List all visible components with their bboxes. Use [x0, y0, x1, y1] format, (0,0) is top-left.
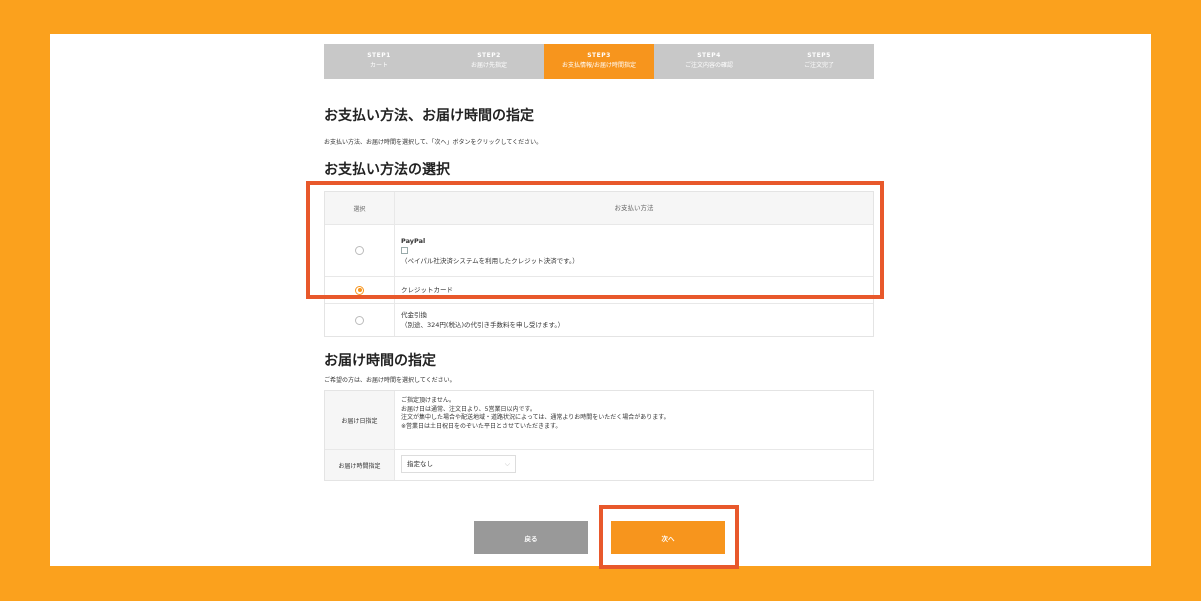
- column-header-select: 選択: [325, 192, 395, 224]
- step-number: STEP2: [477, 52, 501, 59]
- step-label: カート: [369, 62, 388, 69]
- delivery-heading: お届け時間の指定: [324, 353, 436, 369]
- paypal-description: （ペイパル社決済システムを利用したクレジット決済です。）: [401, 256, 579, 265]
- step-label: ご注文内容の確認: [684, 62, 733, 69]
- payment-heading: お支払い方法の選択: [324, 162, 450, 178]
- next-button[interactable]: 次へ: [611, 521, 725, 554]
- delivery-time-select[interactable]: 指定なし ⌵: [401, 455, 516, 473]
- step-1: STEP1 カート: [324, 44, 434, 79]
- delivery-time-value: 指定なし: [407, 459, 433, 468]
- step-number: STEP5: [807, 52, 831, 59]
- page-sheet: STEP1 カート STEP2 お届け先指定 STEP3 お支払情報/お届け時間…: [50, 34, 1151, 566]
- checkout-stepper: STEP1 カート STEP2 お届け先指定 STEP3 お支払情報/お届け時間…: [324, 44, 874, 79]
- delivery-time-cell: 指定なし ⌵: [395, 450, 873, 480]
- step-3-active: STEP3 お支払情報/お届け時間指定: [544, 44, 654, 79]
- step-5: STEP5 ご注文完了: [764, 44, 874, 79]
- delivery-date-label: お届け日指定: [325, 391, 395, 449]
- cod-description: （別途、324円(税込)の代引き手数料を申し受けます。）: [401, 321, 565, 329]
- delivery-note: ご希望の方は、お届け時間を選択してください。: [324, 377, 456, 384]
- radio-cell: [325, 304, 395, 336]
- table-header-row: 選択 お支払い方法: [325, 192, 873, 224]
- payment-row-cod[interactable]: 代金引換 （別途、324円(税込)の代引き手数料を申し受けます。）: [325, 303, 873, 336]
- payment-row-paypal[interactable]: PayPal （ペイパル社決済システムを利用したクレジット決済です。）: [325, 224, 873, 276]
- step-label: お届け先指定: [470, 62, 507, 69]
- paypal-radio[interactable]: [355, 246, 364, 255]
- delivery-date-line: ※営業日は土日祝日をのぞいた平日とさせていただきます。: [401, 422, 562, 430]
- column-header-method: お支払い方法: [614, 204, 654, 212]
- credit-card-radio-selected[interactable]: [355, 285, 364, 295]
- cod-info: 代金引換 （別途、324円(税込)の代引き手数料を申し受けます。）: [395, 304, 873, 336]
- delivery-date-line: お届け日は通常、注文日より、5営業日以内です。: [401, 405, 536, 413]
- credit-card-info: クレジットカード: [395, 277, 873, 303]
- delivery-date-info: ご指定頂けません。 お届け日は通常、注文日より、5営業日以内です。 注文が集中し…: [395, 391, 873, 449]
- radio-cell: [325, 225, 395, 276]
- cod-radio[interactable]: [355, 315, 364, 325]
- instruction-text: お支払い方法、お届け時間を選択して、「次へ」ボタンをクリックしてください。: [324, 139, 543, 146]
- delivery-date-row: お届け日指定 ご指定頂けません。 お届け日は通常、注文日より、5営業日以内です。…: [325, 391, 873, 449]
- delivery-date-line: 注文が集中した場合や配送地域・道路状況によっては、通常よりお時間をいただく場合が…: [401, 414, 670, 421]
- payment-method-table: 選択 お支払い方法 PayPal （ペイパル社決済システムを利用したクレジット決…: [324, 191, 874, 337]
- step-number: STEP3: [587, 52, 611, 59]
- step-label: ご注文完了: [803, 62, 834, 69]
- broken-image-icon: [401, 246, 408, 254]
- step-number: STEP1: [367, 52, 391, 59]
- radio-cell: [325, 277, 395, 303]
- delivery-time-row: お届け時間指定 指定なし ⌵: [325, 449, 873, 480]
- step-2: STEP2 お届け先指定: [434, 44, 544, 79]
- step-number: STEP4: [697, 52, 721, 59]
- step-label: お支払情報/お届け時間指定: [561, 62, 637, 69]
- delivery-date-line: ご指定頂けません。: [401, 397, 455, 404]
- delivery-table: お届け日指定 ご指定頂けません。 お届け日は通常、注文日より、5営業日以内です。…: [324, 390, 874, 481]
- page-title: お支払い方法、お届け時間の指定: [324, 108, 534, 124]
- cod-name: 代金引換: [401, 311, 427, 319]
- delivery-time-label: お届け時間指定: [325, 450, 395, 480]
- credit-card-name: クレジットカード: [401, 286, 453, 294]
- step-4: STEP4 ご注文内容の確認: [654, 44, 764, 79]
- back-button[interactable]: 戻る: [474, 521, 588, 554]
- paypal-info: PayPal （ペイパル社決済システムを利用したクレジット決済です。）: [395, 225, 873, 276]
- paypal-name: PayPal: [401, 236, 426, 245]
- payment-row-credit-card[interactable]: クレジットカード: [325, 276, 873, 303]
- checkout-content: STEP1 カート STEP2 お届け先指定 STEP3 お支払情報/お届け時間…: [324, 44, 875, 554]
- chevron-down-icon: ⌵: [504, 459, 510, 468]
